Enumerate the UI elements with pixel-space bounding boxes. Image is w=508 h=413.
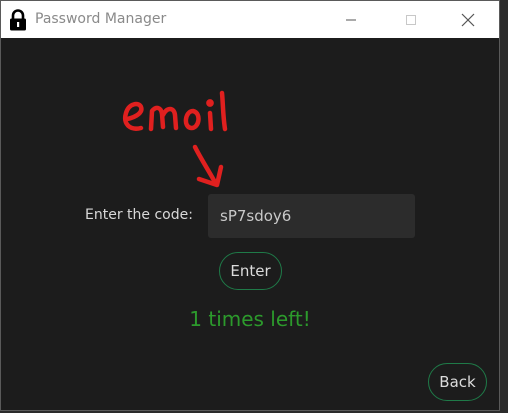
maximize-button[interactable] xyxy=(388,1,434,38)
close-icon xyxy=(461,13,475,26)
back-button[interactable]: Back xyxy=(428,363,487,401)
password-manager-window: Password Manager Enter the code: sP7sdoy… xyxy=(0,0,500,411)
lock-icon xyxy=(10,9,26,31)
code-label: Enter the code: xyxy=(85,207,193,223)
handwritten-email-annotation xyxy=(123,90,228,188)
title-bar[interactable]: Password Manager xyxy=(1,1,499,38)
minimize-button[interactable] xyxy=(328,1,374,38)
close-button[interactable] xyxy=(445,1,491,38)
minimize-icon xyxy=(346,19,356,20)
maximize-icon xyxy=(406,14,416,25)
code-input[interactable] xyxy=(208,194,415,238)
window-title: Password Manager xyxy=(35,11,167,27)
attempts-left-status: 1 times left! xyxy=(189,307,311,331)
enter-button[interactable]: Enter xyxy=(219,252,282,290)
